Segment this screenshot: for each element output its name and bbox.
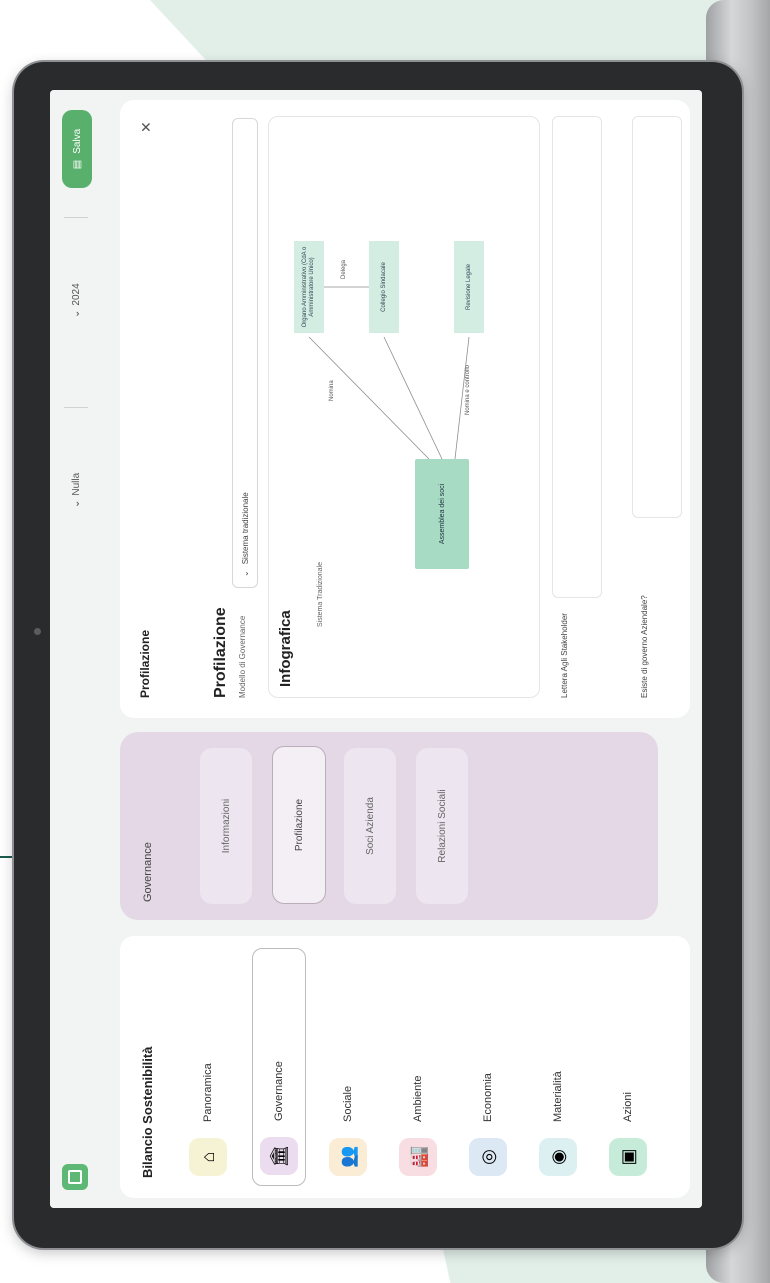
chevron-down-icon: ⌄: [240, 570, 250, 577]
question-label: Esiste di governo Aziendale?: [640, 595, 649, 698]
sidebar-item-materialit[interactable]: ◉ Materialità: [532, 950, 584, 1186]
submenu-item-informazioni[interactable]: Informazioni: [200, 748, 252, 904]
node-collegio-sindacale: Collegio Sindacale: [369, 241, 399, 333]
submenu-item-sociazienda[interactable]: Soci Azienda: [344, 748, 396, 904]
people-icon: 👥: [329, 1138, 367, 1176]
sidebar: Bilancio Sostenibilità ⌂ Panoramica 🏛 Gover…: [120, 936, 690, 1198]
home-icon: ⌂: [189, 1138, 227, 1176]
question-input[interactable]: [632, 116, 682, 518]
sidebar-item-sociale[interactable]: 👥 Sociale: [322, 950, 374, 1186]
governance-model-select[interactable]: ⌄ Sistema tradizionale: [232, 118, 258, 588]
coins-icon: ◎: [469, 1138, 507, 1176]
sidebar-item-label: Governance: [273, 1061, 285, 1121]
sidebar-item-economia[interactable]: ◎ Economia: [462, 950, 514, 1186]
institution-icon: 🏛: [260, 1137, 298, 1175]
chevron-down-icon: ⌄: [70, 499, 82, 508]
question-label: Lettera Agli Stakeholder: [560, 613, 569, 698]
sidebar-item-ambiente[interactable]: 🏭 Ambiente: [392, 950, 444, 1186]
period-select[interactable]: ⌄ Nulla: [64, 473, 88, 508]
node-assemblea: Assemblea dei soci: [415, 459, 469, 569]
infographic-connectors: [308, 286, 470, 460]
save-button[interactable]: ▤ Salva: [62, 110, 92, 188]
main-panel: Profilazione ✕ Profilazione Modello di G…: [120, 100, 690, 718]
governance-submenu: Governance Informazioni Profilazione Soci …: [120, 732, 658, 920]
infographic-card: Infografica Sistema Tradizionale Assembl…: [268, 116, 540, 698]
section-heading: Profilazione: [212, 607, 229, 698]
sidebar-item-label: Panoramica: [202, 1063, 214, 1122]
submenu-title: Governance: [142, 842, 154, 902]
select-divider: [64, 217, 88, 218]
close-icon[interactable]: ✕: [138, 121, 155, 133]
sidebar-item-label: Azioni: [622, 1092, 634, 1122]
question-input[interactable]: [552, 116, 602, 598]
app-window: ⌄ Nulla ⌄ 2024 ▤ Salva Bilancio Sostenib…: [50, 90, 702, 1208]
sidebar-item-label: Ambiente: [412, 1075, 424, 1122]
infographic-title: Infografica: [277, 610, 294, 687]
infographic-subtitle: Sistema Tradizionale: [317, 562, 324, 627]
factory-icon: 🏭: [399, 1138, 437, 1176]
node-revisione-legale: Revisione Legale: [454, 241, 484, 333]
submenu-item-profilazione[interactable]: Profilazione: [272, 746, 326, 904]
edge-label-nomina-controllo: Nomina e controllo: [465, 364, 471, 415]
edge-label-nomina: Nomina: [329, 380, 335, 401]
governance-model-label: Modello di Governance: [238, 615, 247, 698]
sidebar-title: Bilancio Sostenibilità: [140, 1046, 155, 1178]
node-organo-amministrativo: Organo Amministrativo (CdA o Amministrat…: [294, 241, 324, 333]
submenu-item-relazionisociali[interactable]: Relazioni Sociali: [416, 748, 468, 904]
sidebar-item-panoramica[interactable]: ⌂ Panoramica: [182, 950, 234, 1186]
target-icon: ◉: [539, 1138, 577, 1176]
year-select[interactable]: ⌄ 2024: [64, 283, 88, 318]
sidebar-item-label: Materialità: [552, 1071, 564, 1122]
chevron-down-icon: ⌄: [70, 309, 82, 318]
sidebar-item-label: Sociale: [342, 1085, 354, 1122]
laptop-screen: ⌄ Nulla ⌄ 2024 ▤ Salva Bilancio Sostenib…: [50, 90, 702, 1208]
sidebar-item-azioni[interactable]: ▣ Azioni: [602, 950, 654, 1186]
app-logo-icon[interactable]: [62, 1164, 88, 1190]
page-title: Profilazione: [138, 629, 152, 698]
save-icon: ▤: [71, 159, 83, 170]
actions-icon: ▣: [609, 1138, 647, 1176]
sidebar-item-governance[interactable]: 🏛 Governance: [252, 948, 306, 1186]
sidebar-item-label: Economia: [482, 1073, 494, 1122]
camera: [34, 628, 41, 635]
edge-label-delega: Delega: [341, 259, 347, 279]
select-divider: [64, 407, 88, 408]
